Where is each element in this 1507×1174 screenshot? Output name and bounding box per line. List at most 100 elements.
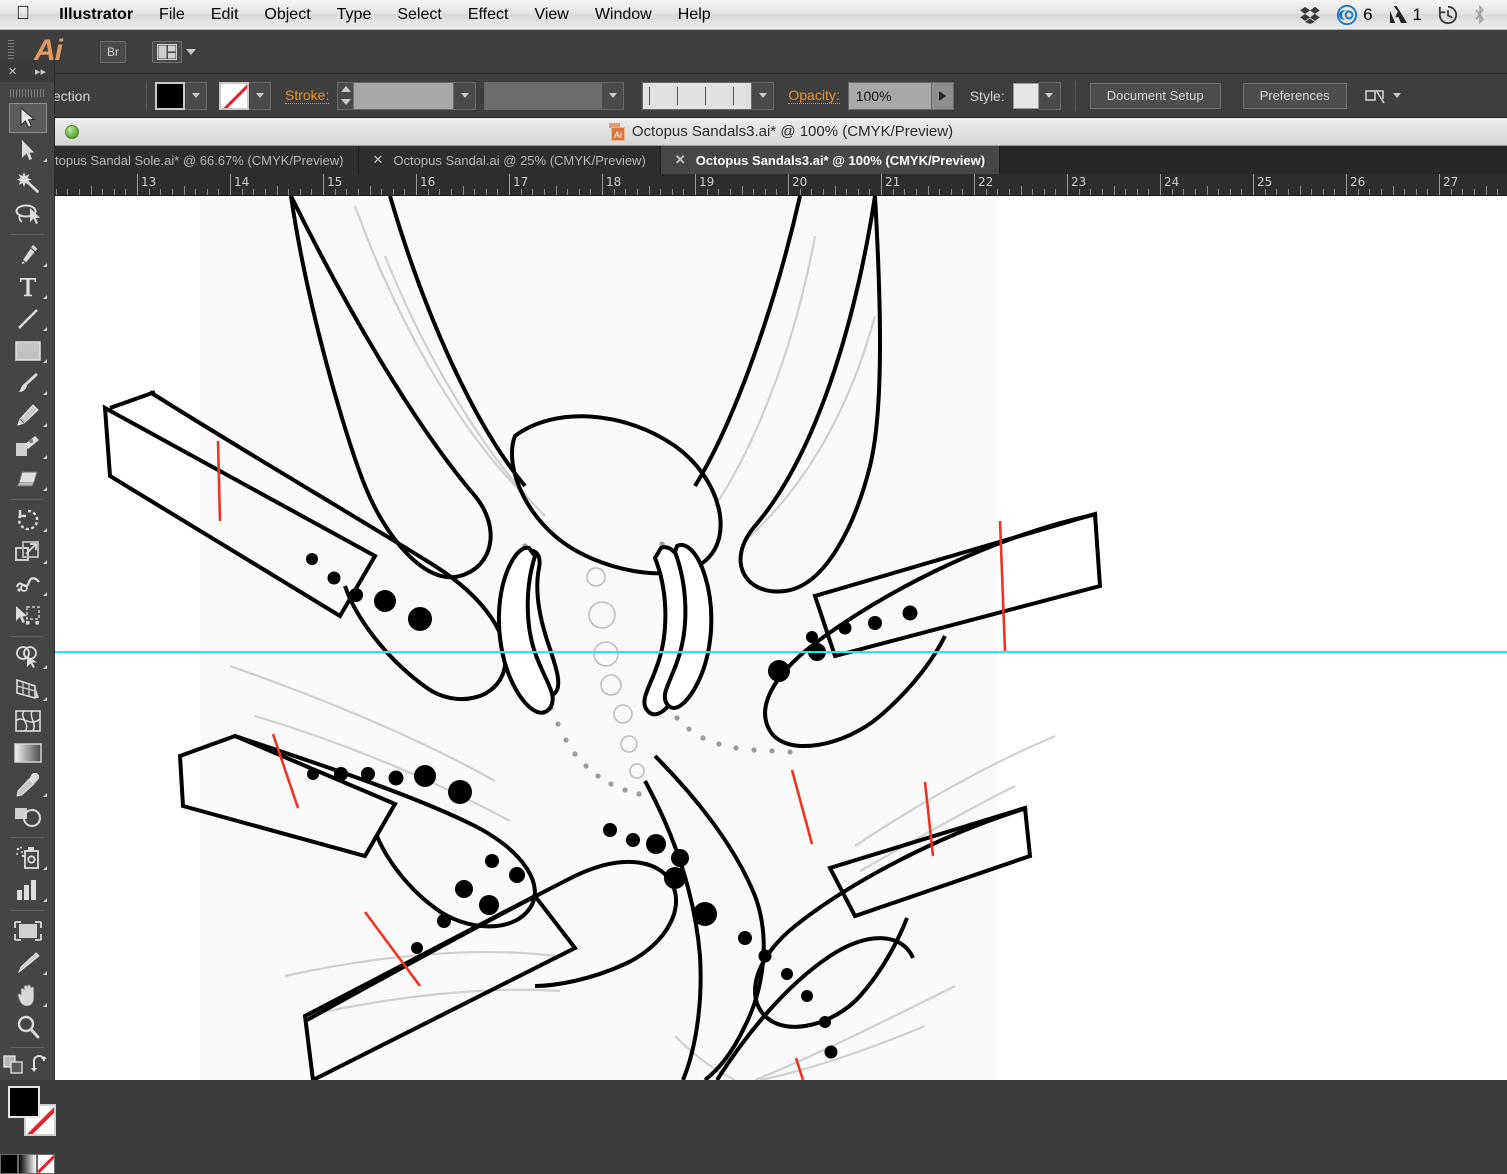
arrange-documents-button[interactable] bbox=[152, 41, 182, 63]
paintbrush-tool[interactable] bbox=[0, 367, 55, 399]
dropbox-status-item[interactable] bbox=[1293, 6, 1327, 24]
menu-item-select[interactable]: Select bbox=[384, 6, 454, 24]
opacity-popup-button[interactable] bbox=[932, 82, 954, 110]
zoom-tool[interactable] bbox=[0, 1011, 55, 1043]
thong-strap-shapes[interactable] bbox=[499, 545, 711, 714]
menu-item-type[interactable]: Type bbox=[324, 6, 385, 24]
menu-item-help[interactable]: Help bbox=[665, 6, 724, 24]
ai-document-icon: Ai bbox=[609, 123, 625, 141]
tools-panel-grip[interactable] bbox=[10, 86, 44, 100]
menu-item-object[interactable]: Object bbox=[251, 6, 323, 24]
ruler-minor-tick bbox=[149, 189, 150, 195]
shape-builder-tool[interactable] bbox=[0, 641, 55, 673]
expand-panel-icon[interactable]: ▸▸ bbox=[35, 65, 46, 78]
stroke-weight-stepper[interactable] bbox=[337, 82, 354, 110]
bridge-button[interactable]: Br bbox=[100, 41, 126, 63]
pencil-tool[interactable] bbox=[0, 399, 55, 431]
slice-tool[interactable] bbox=[0, 947, 55, 979]
horizontal-guide[interactable] bbox=[55, 651, 1507, 653]
selection-tool[interactable] bbox=[0, 102, 55, 134]
type-tool[interactable] bbox=[0, 271, 55, 303]
octopus-sandal-artwork[interactable] bbox=[55, 196, 1507, 1080]
stroke-color-control[interactable] bbox=[219, 82, 271, 110]
menu-item-effect[interactable]: Effect bbox=[455, 6, 522, 24]
magic-wand-tool[interactable] bbox=[0, 166, 55, 198]
stroke-swatch-none[interactable] bbox=[219, 82, 249, 110]
fill-dropdown-button[interactable] bbox=[185, 82, 207, 110]
close-icon[interactable]: ✕ bbox=[373, 152, 384, 168]
chevron-down-icon bbox=[759, 93, 767, 98]
stroke-profile-dropdown[interactable] bbox=[752, 82, 774, 110]
close-icon[interactable]: ✕ bbox=[675, 152, 686, 168]
bluetooth-status-item[interactable] bbox=[1467, 5, 1493, 24]
color-button[interactable] bbox=[0, 1154, 18, 1174]
mesh-tool[interactable] bbox=[0, 705, 55, 737]
document-tab-0[interactable]: topus Sandal Sole.ai* @ 66.67% (CMYK/Pre… bbox=[55, 146, 359, 174]
menu-item-illustrator[interactable]: Illustrator bbox=[46, 6, 146, 24]
arrange-dropdown-caret-icon[interactable] bbox=[186, 49, 196, 55]
width-tool[interactable] bbox=[0, 568, 55, 600]
ruler-minor-tick bbox=[776, 189, 777, 195]
none-button[interactable] bbox=[37, 1154, 55, 1174]
menu-item-edit[interactable]: Edit bbox=[198, 6, 252, 24]
horizontal-ruler[interactable]: 131415161718192021222324252627 bbox=[55, 174, 1507, 196]
line-segment-tool[interactable] bbox=[0, 303, 55, 335]
ruler-minor-tick bbox=[1474, 189, 1475, 195]
style-dropdown-button[interactable] bbox=[1039, 82, 1061, 110]
gradient-tool[interactable] bbox=[0, 737, 55, 769]
perspective-grid-tool[interactable] bbox=[0, 673, 55, 705]
column-graph-tool[interactable] bbox=[0, 874, 55, 906]
time-machine-status-item[interactable] bbox=[1431, 5, 1465, 25]
stroke-style-field[interactable] bbox=[484, 82, 602, 110]
fill-color-control[interactable] bbox=[155, 82, 207, 110]
stroke-label[interactable]: Stroke: bbox=[285, 87, 329, 104]
creative-cloud-status-item[interactable]: 6 bbox=[1329, 5, 1379, 25]
gradient-button[interactable] bbox=[18, 1154, 36, 1174]
eyedropper-tool[interactable] bbox=[0, 769, 55, 801]
pen-tool[interactable] bbox=[0, 239, 55, 271]
document-tab-2[interactable]: ✕ Octopus Sandals3.ai* @ 100% (CMYK/Prev… bbox=[661, 146, 1000, 174]
fill-swatch[interactable] bbox=[155, 82, 185, 110]
stroke-weight-field[interactable] bbox=[354, 82, 454, 110]
swap-fill-stroke-icon[interactable] bbox=[30, 1055, 52, 1075]
artboard-canvas[interactable] bbox=[55, 196, 1507, 1080]
direct-selection-tool[interactable] bbox=[0, 134, 55, 166]
default-fill-stroke-icon[interactable] bbox=[3, 1055, 25, 1075]
sandal-outline-paths[interactable] bbox=[105, 196, 1100, 1080]
toolbar-fill-swatch[interactable] bbox=[8, 1086, 40, 1118]
rotate-tool[interactable] bbox=[0, 504, 55, 536]
opacity-input[interactable]: 100% bbox=[848, 82, 932, 110]
ruler-minor-tick bbox=[1369, 189, 1370, 195]
opacity-label[interactable]: Opacity: bbox=[788, 87, 839, 104]
menu-item-file[interactable]: File bbox=[146, 6, 198, 24]
close-window-button[interactable] bbox=[65, 125, 79, 139]
document-tab-1[interactable]: ✕ Octopus Sandal.ai @ 25% (CMYK/Preview) bbox=[359, 146, 661, 174]
close-panel-icon[interactable]: ✕ bbox=[8, 65, 17, 78]
rectangle-tool[interactable] bbox=[0, 335, 55, 367]
blend-tool[interactable] bbox=[0, 801, 55, 833]
eraser-tool[interactable] bbox=[0, 463, 55, 495]
hand-tool[interactable] bbox=[0, 979, 55, 1011]
stroke-profile-field[interactable] bbox=[642, 82, 752, 110]
chevron-down-icon[interactable] bbox=[1393, 93, 1401, 98]
menu-item-view[interactable]: View bbox=[521, 6, 581, 24]
symbol-sprayer-tool[interactable] bbox=[0, 842, 55, 874]
menu-item-window[interactable]: Window bbox=[582, 6, 665, 24]
free-transform-tool[interactable] bbox=[0, 600, 55, 632]
fill-stroke-indicator[interactable] bbox=[0, 1082, 55, 1148]
blob-brush-tool[interactable] bbox=[0, 431, 55, 463]
paintbrush-icon bbox=[16, 371, 40, 395]
hidden-chars-control[interactable] bbox=[1365, 87, 1401, 105]
scale-tool[interactable] bbox=[0, 536, 55, 568]
lasso-tool[interactable] bbox=[0, 198, 55, 230]
stroke-dropdown-button[interactable] bbox=[249, 82, 271, 110]
document-setup-button[interactable]: Document Setup bbox=[1090, 83, 1221, 109]
stroke-style-dropdown[interactable] bbox=[602, 82, 624, 110]
stroke-weight-dropdown[interactable] bbox=[454, 82, 476, 110]
ruler-minor-tick bbox=[753, 189, 754, 195]
artboard-tool[interactable] bbox=[0, 915, 55, 947]
preferences-button[interactable]: Preferences bbox=[1243, 83, 1347, 109]
apple-logo-icon[interactable]:  bbox=[16, 4, 30, 23]
adobe-status-item[interactable]: 1 bbox=[1382, 5, 1429, 25]
graphic-style-swatch[interactable] bbox=[1013, 83, 1039, 109]
